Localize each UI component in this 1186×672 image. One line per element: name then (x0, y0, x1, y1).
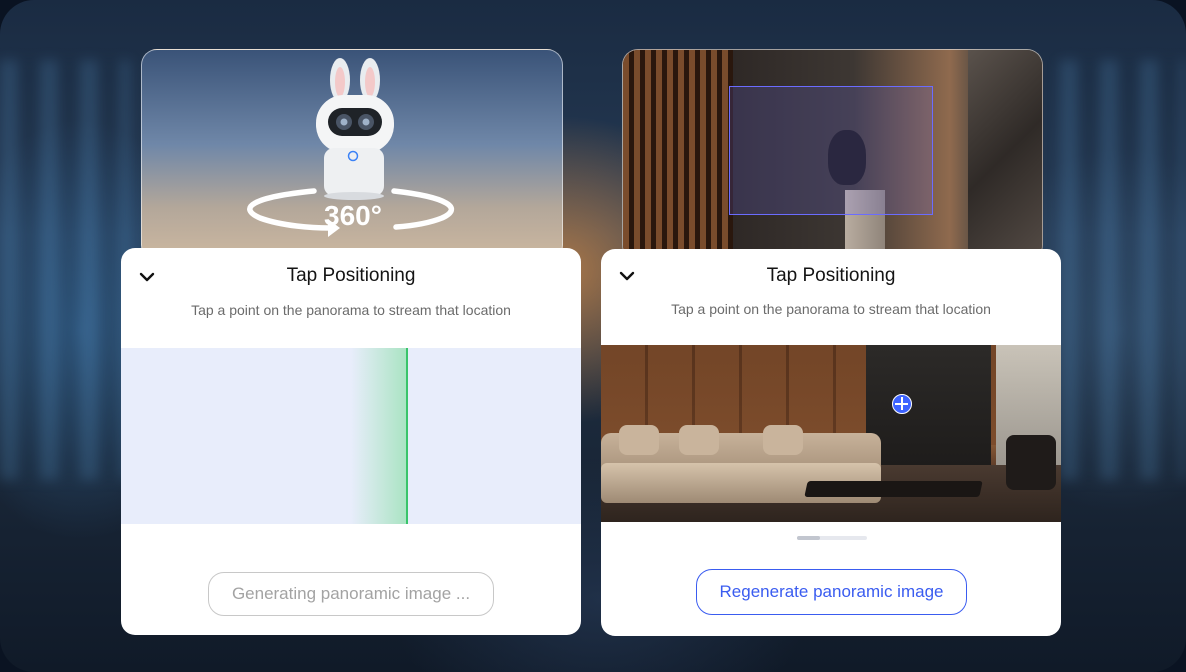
regenerate-panorama-button[interactable]: Regenerate panoramic image (696, 569, 967, 615)
scan-line (406, 348, 408, 524)
coffee-table (804, 481, 983, 497)
page-indicator (797, 536, 867, 540)
background-scene: 360° Tap Positioning Tap a point on the … (0, 0, 1186, 672)
room-preview (622, 49, 1043, 261)
cushion (679, 425, 719, 455)
dark-wall (866, 345, 991, 475)
panel-title: Tap Positioning (286, 265, 416, 286)
page-indicator-active (797, 536, 820, 540)
cushion (763, 425, 803, 455)
panel-title: Tap Positioning (766, 265, 896, 286)
scan-gradient (351, 348, 406, 524)
tap-positioning-panel-generating: Tap Positioning Tap a point on the panor… (121, 248, 581, 635)
panorama-image[interactable] (601, 345, 1061, 522)
camera-rotation-preview: 360° (141, 49, 563, 261)
panel-subtitle: Tap a point on the panorama to stream th… (671, 301, 991, 317)
panorama-loading-area (121, 348, 581, 524)
background-window-blur (0, 60, 130, 480)
rotation-label: 360° (324, 200, 382, 231)
generating-panorama-button: Generating panoramic image ... (208, 572, 494, 616)
view-selection-box (729, 86, 933, 215)
panel-subtitle: Tap a point on the panorama to stream th… (191, 302, 511, 318)
tap-positioning-panel-ready: Tap Positioning Tap a point on the panor… (601, 249, 1061, 636)
wood-wall (601, 345, 1061, 445)
crosshair-icon[interactable] (892, 394, 912, 414)
wood-slat-wall (623, 50, 733, 260)
background-window-blur (1060, 60, 1186, 480)
marble-panel (968, 50, 1042, 260)
cushion (619, 425, 659, 455)
armchair (1006, 435, 1056, 490)
